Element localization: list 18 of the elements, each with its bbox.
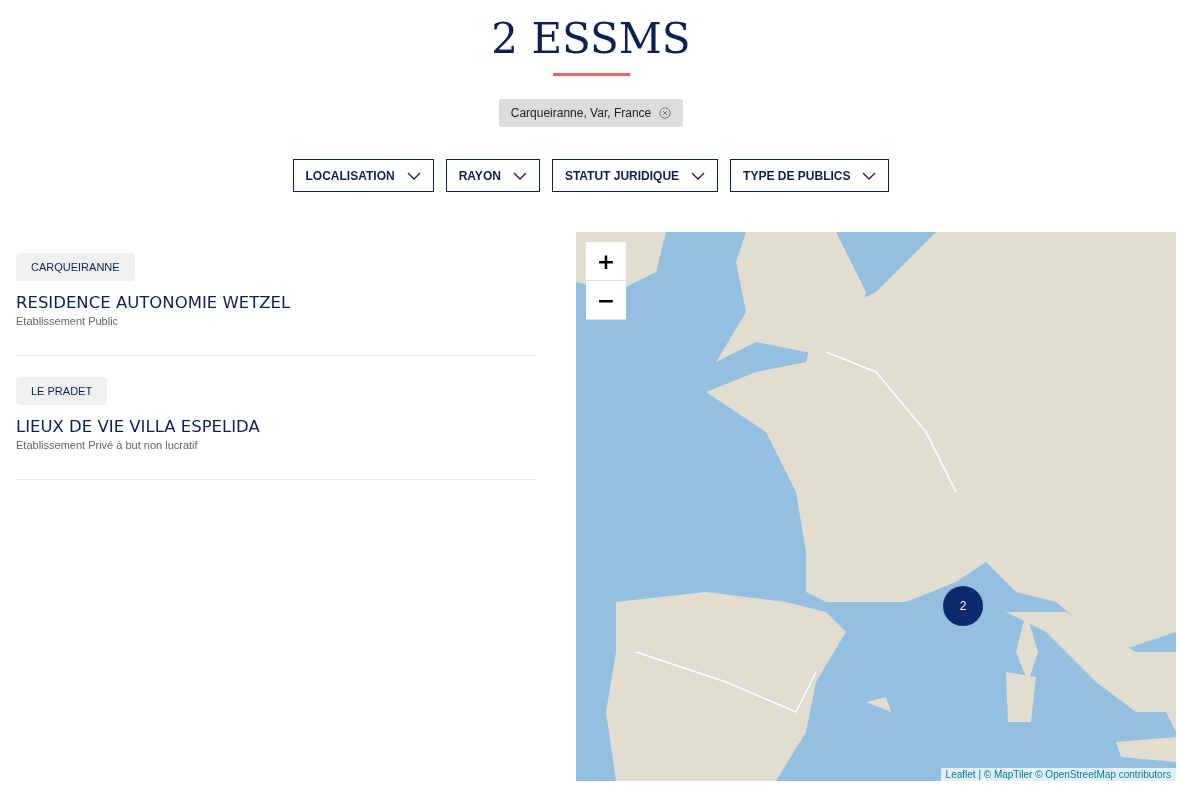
status-text: Etablissement Public (16, 315, 120, 327)
filter-dropdown[interactable]: TYPE DE PUBLICS (730, 159, 890, 192)
chevron-down-icon (862, 171, 877, 180)
chevron-down-icon (406, 171, 421, 180)
result-title[interactable]: RESIDENCE AUTONOMIE WETZEL (16, 293, 536, 312)
result-title[interactable]: LIEUX DE VIE VILLA ESPELIDA (16, 417, 536, 436)
city-tag: CARQUEIRANNE (16, 253, 135, 281)
chevron-down-icon (691, 171, 706, 180)
attribution-text: Leaflet | © MapTiler © OpenStreetMap contributors (940, 768, 1176, 781)
city-tag: LE PRADET (16, 377, 108, 405)
chevron-down-icon (512, 171, 527, 180)
page-title: 2 ESSMS (491, 14, 691, 64)
filter-dropdown[interactable]: STATUT JURIDIQUE (551, 159, 719, 192)
filter-dropdown[interactable]: RAYON (445, 159, 540, 192)
filter-dropdown[interactable]: LOCALISATION (292, 159, 434, 192)
close-icon[interactable] (659, 107, 672, 119)
status-text: Etablissement Privé à but non lucratif (16, 439, 199, 451)
filter-chip[interactable]: Carqueiranne, Var, France (498, 99, 684, 127)
